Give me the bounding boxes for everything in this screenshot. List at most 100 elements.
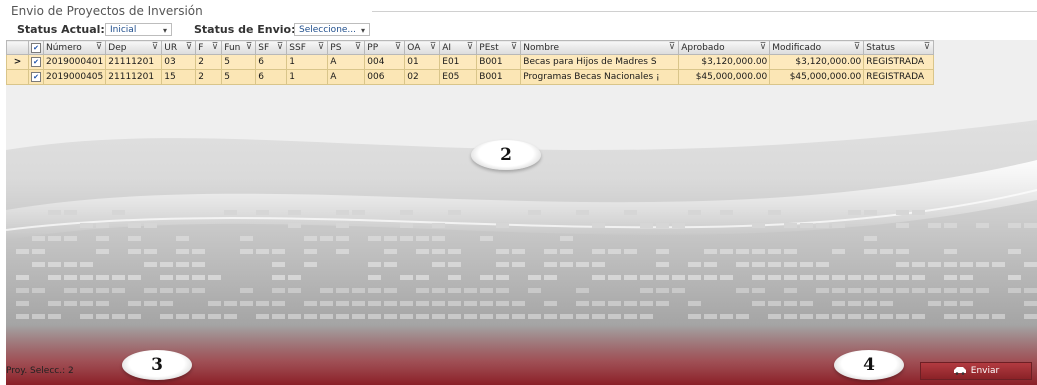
decor-block — [320, 301, 333, 306]
decor-block — [352, 288, 365, 293]
filter-icon[interactable]: ⊽ — [924, 42, 931, 52]
column-header[interactable]: SF ⊽ — [255, 40, 288, 55]
decor-block — [272, 249, 285, 254]
decor-block — [544, 314, 557, 319]
column-header[interactable]: PEst ⊽ — [476, 40, 522, 55]
column-header[interactable]: SSF ⊽ — [286, 40, 329, 55]
decor-block — [864, 249, 877, 254]
decor-block — [240, 301, 253, 306]
column-header[interactable]: Aprobado ⊽ — [678, 40, 771, 55]
decor-block — [656, 249, 669, 254]
decor-block — [352, 210, 365, 215]
decor-block — [256, 314, 269, 319]
decor-block — [400, 236, 413, 241]
column-header[interactable]: PS ⊽ — [327, 40, 366, 55]
filter-icon[interactable]: ⊽ — [854, 42, 861, 52]
filter-icon[interactable]: ⊽ — [246, 42, 253, 52]
decorative-background — [6, 40, 1037, 385]
filter-icon[interactable]: ⊽ — [430, 42, 437, 52]
cell-numero: 2019000401 — [42, 54, 107, 70]
cell-oa: 02 — [404, 69, 441, 85]
select-all-checkbox[interactable]: ✔ — [28, 40, 44, 55]
decor-block — [304, 301, 317, 306]
decor-block — [320, 288, 333, 293]
filter-icon[interactable]: ⊽ — [152, 42, 159, 52]
decor-block — [624, 249, 637, 254]
decor-block — [192, 275, 205, 280]
filter-icon[interactable]: ⊽ — [96, 42, 103, 52]
send-button[interactable]: Enviar — [920, 362, 1032, 380]
decor-block — [896, 275, 909, 280]
decor-block — [624, 210, 637, 215]
decor-block — [656, 288, 669, 293]
decor-block — [384, 236, 397, 241]
column-header[interactable]: Nombre ⊽ — [520, 40, 680, 55]
cell-aprobado: $3,120,000.00 — [678, 54, 771, 70]
filter-icon[interactable]: ⊽ — [760, 42, 767, 52]
column-header[interactable]: Modificado ⊽ — [769, 40, 865, 55]
decor-block — [176, 275, 189, 280]
decor-block — [112, 275, 125, 280]
current-row-arrow-icon: > — [6, 54, 29, 70]
column-header[interactable]: Número ⊽ — [42, 40, 107, 55]
decor-block — [928, 262, 941, 267]
decor-block — [336, 210, 349, 215]
column-header[interactable]: PP ⊽ — [364, 40, 406, 55]
row-checkbox[interactable]: ✔ — [28, 54, 44, 70]
decor-block — [896, 249, 909, 254]
column-header[interactable]: AI ⊽ — [439, 40, 478, 55]
column-header[interactable]: Fun ⊽ — [221, 40, 257, 55]
table-row[interactable]: > ✔ 2019000401 21111201 03 2 5 6 1 A 004… — [6, 54, 935, 70]
decor-block — [752, 288, 765, 293]
decor-block — [864, 210, 877, 215]
column-header[interactable]: Dep ⊽ — [105, 40, 163, 55]
decor-block — [736, 288, 749, 293]
decor-block — [128, 275, 141, 280]
decor-block — [912, 314, 925, 319]
filter-icon[interactable]: ⊽ — [277, 42, 284, 52]
decor-block — [768, 314, 781, 319]
filter-icon[interactable]: ⊽ — [511, 42, 518, 52]
decor-block — [912, 210, 925, 215]
decor-block — [272, 275, 285, 280]
filter-icon[interactable]: ⊽ — [186, 42, 193, 52]
decor-block — [288, 210, 301, 215]
checkmark-icon: ✔ — [31, 72, 41, 82]
decor-block — [864, 236, 877, 241]
decor-block — [128, 249, 141, 254]
column-header[interactable]: UR ⊽ — [161, 40, 197, 55]
decor-block — [688, 262, 701, 267]
row-checkbox[interactable]: ✔ — [28, 69, 44, 85]
decor-block — [816, 275, 829, 280]
decor-block — [544, 275, 557, 280]
column-header[interactable]: Status ⊽ — [863, 40, 935, 55]
decor-block — [224, 301, 237, 306]
decor-block — [400, 314, 413, 319]
decor-block — [496, 249, 509, 254]
decor-block — [800, 223, 813, 228]
column-header[interactable]: F ⊽ — [195, 40, 223, 55]
decor-block — [528, 314, 541, 319]
decor-block — [880, 301, 893, 306]
filter-icon[interactable]: ⊽ — [355, 42, 362, 52]
decor-block — [496, 314, 509, 319]
decor-block — [640, 301, 653, 306]
decor-block — [304, 314, 317, 319]
decor-block — [944, 262, 957, 267]
table-row[interactable]: ✔ 2019000405 21111201 15 2 5 6 1 A 006 0… — [6, 69, 935, 85]
decor-block — [912, 288, 925, 293]
column-header[interactable]: OA ⊽ — [404, 40, 441, 55]
divider — [372, 11, 1037, 12]
cell-ur: 15 — [161, 69, 197, 85]
status-envio-select[interactable]: Seleccione... ▾ — [294, 23, 370, 36]
decor-block — [320, 314, 333, 319]
decor-block — [704, 249, 717, 254]
filter-icon[interactable]: ⊽ — [318, 42, 325, 52]
filter-icon[interactable]: ⊽ — [212, 42, 219, 52]
status-actual-select[interactable]: Inicial ▾ — [105, 23, 172, 36]
decor-block — [448, 275, 461, 280]
filter-icon[interactable]: ⊽ — [669, 42, 676, 52]
decor-block — [672, 288, 685, 293]
filter-icon[interactable]: ⊽ — [467, 42, 474, 52]
filter-icon[interactable]: ⊽ — [395, 42, 402, 52]
